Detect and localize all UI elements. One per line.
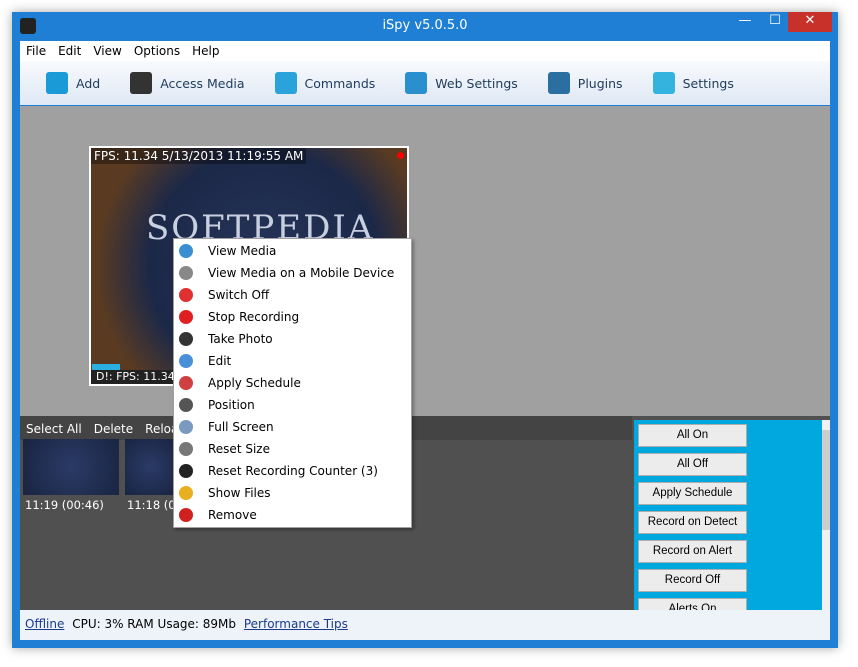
thumb-label: 11:19 (00:46) xyxy=(25,498,104,512)
toolbar-label: Add xyxy=(76,75,101,91)
menu-item-show-files[interactable]: Show Files xyxy=(174,482,411,504)
menu-file[interactable]: File xyxy=(20,41,52,61)
menu-item-label: Position xyxy=(208,398,255,412)
menu-bar: File Edit View Options Help xyxy=(20,41,830,61)
media-thumbnail[interactable] xyxy=(23,439,119,495)
menu-item-view-media-on-a-mobile-device[interactable]: View Media on a Mobile Device xyxy=(174,262,411,284)
toolbar-web-settings-button[interactable]: Web Settings xyxy=(405,61,518,105)
menu-item-label: Remove xyxy=(208,508,257,522)
menu-item-label: Switch Off xyxy=(208,288,270,302)
menu-item-position[interactable]: Position xyxy=(174,394,411,416)
toolbar: Add Access Media Commands Web Settings Plugi… xyxy=(20,61,830,105)
folder-icon xyxy=(179,486,193,500)
record-on-alert-button[interactable]: Record on Alert xyxy=(638,540,747,563)
no-icon xyxy=(179,464,193,478)
menu-edit[interactable]: Edit xyxy=(52,41,87,61)
menu-options[interactable]: Options xyxy=(128,41,186,61)
media-panel: Select All Delete Reload 11:19 (00:46) 11:… xyxy=(20,416,830,610)
recording-indicator xyxy=(397,152,404,159)
status-bar: Offline CPU: 3% RAM Usage: 89Mb Performa… xyxy=(20,610,830,640)
plugins-icon xyxy=(547,72,570,94)
menu-item-label: Reset Recording Counter (3) xyxy=(208,464,378,478)
close-button[interactable]: ✕ xyxy=(788,12,832,32)
access-media-icon xyxy=(130,72,153,94)
menu-item-label: Reset Size xyxy=(208,442,270,456)
all-on-button[interactable]: All On xyxy=(638,424,747,447)
toolbar-label: Commands xyxy=(304,75,376,91)
menu-item-reset-size[interactable]: Reset Size xyxy=(174,438,411,460)
panel-scrollbar[interactable] xyxy=(822,420,830,610)
edit-icon xyxy=(179,354,193,368)
app-window: iSpy v5.0.5.0 — ☐ ✕ File Edit View Options H… xyxy=(12,12,838,648)
menu-item-switch-off[interactable]: Switch Off xyxy=(174,284,411,306)
menu-item-edit[interactable]: Edit xyxy=(174,350,411,372)
clock-icon xyxy=(179,376,193,390)
menu-item-label: Full Screen xyxy=(208,420,274,434)
menu-item-label: Apply Schedule xyxy=(208,376,301,390)
toolbar-label: Web Settings xyxy=(435,75,518,91)
menu-item-label: View Media xyxy=(208,244,277,258)
menu-help[interactable]: Help xyxy=(186,41,225,61)
performance-tips-link[interactable]: Performance Tips xyxy=(244,617,348,631)
menu-item-take-photo[interactable]: Take Photo xyxy=(174,328,411,350)
record-on-detect-button[interactable]: Record on Detect xyxy=(638,511,747,534)
menu-item-view-media[interactable]: View Media xyxy=(174,240,411,262)
menu-item-label: View Media on a Mobile Device xyxy=(208,266,395,280)
record-icon xyxy=(179,310,193,324)
reset-size-icon xyxy=(179,442,193,456)
mobile-icon xyxy=(179,266,193,280)
menu-item-label: Show Files xyxy=(208,486,271,500)
camera-area: FPS: 11.34 5/13/2013 11:19:55 AM SOFTPED… xyxy=(20,106,830,416)
app-eye-icon xyxy=(20,18,36,34)
menu-item-label: Edit xyxy=(208,354,232,368)
menu-item-remove[interactable]: Remove xyxy=(174,504,411,526)
toolbar-plugins-button[interactable]: Plugins xyxy=(547,61,623,105)
minimize-button[interactable]: — xyxy=(730,12,760,32)
toolbar-add-button[interactable]: Add xyxy=(46,61,100,105)
menu-item-reset-recording-counter-3-[interactable]: Reset Recording Counter (3) xyxy=(174,460,411,482)
menu-item-full-screen[interactable]: Full Screen xyxy=(174,416,411,438)
media-thumbnail[interactable] xyxy=(125,439,175,495)
usage-text: CPU: 3% RAM Usage: 89Mb xyxy=(72,617,237,631)
apply-schedule-button[interactable]: Apply Schedule xyxy=(638,482,747,505)
menu-item-stop-recording[interactable]: Stop Recording xyxy=(174,306,411,328)
context-menu: View Media View Media on a Mobile Device S… xyxy=(173,238,412,528)
menu-item-apply-schedule[interactable]: Apply Schedule xyxy=(174,372,411,394)
maximize-button[interactable]: ☐ xyxy=(760,12,790,32)
toolbar-label: Access Media xyxy=(160,75,245,91)
window-title: iSpy v5.0.5.0 xyxy=(382,18,468,33)
settings-icon xyxy=(652,72,675,94)
add-icon xyxy=(46,72,68,94)
offline-link[interactable]: Offline xyxy=(25,617,64,631)
toolbar-commands-button[interactable]: Commands xyxy=(274,61,376,105)
remove-icon xyxy=(179,508,193,522)
menu-item-label: Stop Recording xyxy=(208,310,300,324)
all-off-button[interactable]: All Off xyxy=(638,453,747,476)
globe-icon xyxy=(179,244,193,258)
title-bar: iSpy v5.0.5.0 — ☐ ✕ xyxy=(12,12,838,40)
position-icon xyxy=(179,398,193,412)
camera-icon xyxy=(179,332,193,346)
quick-commands-panel: All On All Off Apply Schedule Record on Det… xyxy=(634,420,822,610)
alerts-on-button[interactable]: Alerts On xyxy=(638,598,747,610)
fullscreen-icon xyxy=(179,420,193,434)
commands-icon xyxy=(274,72,297,94)
record-off-button[interactable]: Record Off xyxy=(638,569,747,592)
toolbar-access-media-button[interactable]: Access Media xyxy=(130,61,245,105)
camera-overlay: FPS: 11.34 5/13/2013 11:19:55 AM xyxy=(91,148,307,164)
menu-view[interactable]: View xyxy=(87,41,127,61)
toolbar-settings-button[interactable]: Settings xyxy=(652,61,734,105)
web-settings-icon xyxy=(405,72,428,94)
menu-item-label: Take Photo xyxy=(208,332,273,346)
toolbar-label: Plugins xyxy=(577,75,623,91)
power-icon xyxy=(179,288,193,302)
toolbar-label: Settings xyxy=(682,75,734,91)
